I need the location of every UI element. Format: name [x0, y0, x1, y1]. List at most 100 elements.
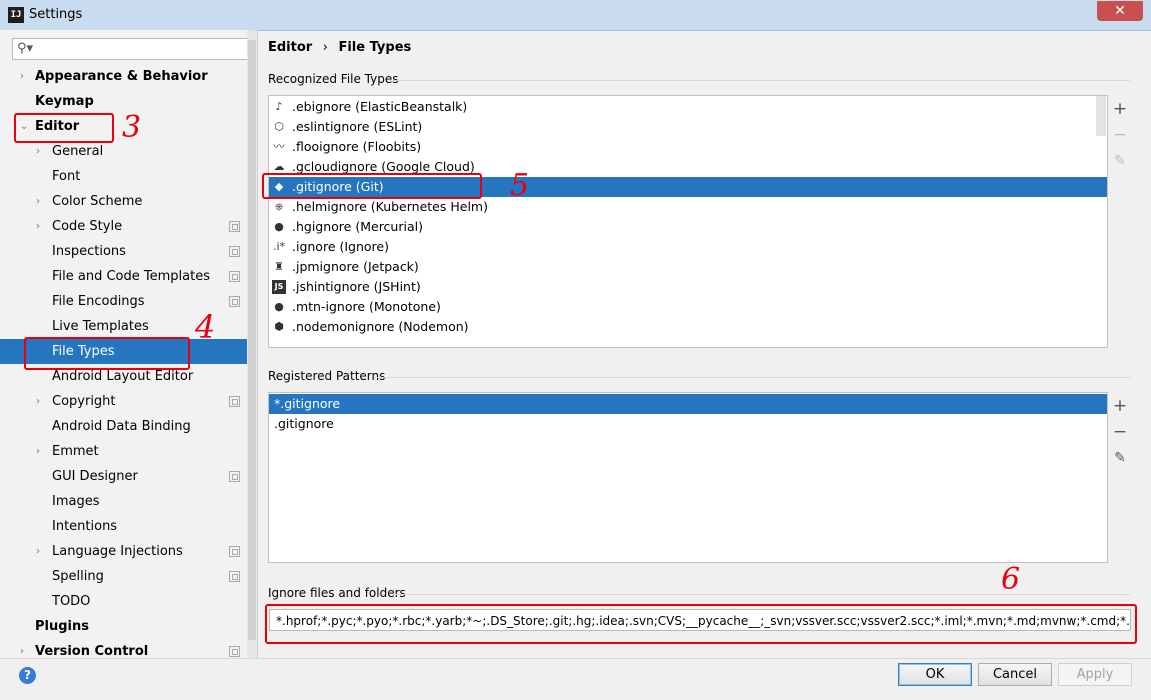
separator — [390, 80, 1130, 81]
file-type-row[interactable]: ♜ .jpmignore (Jetpack) — [269, 257, 1107, 277]
chevron-right-icon[interactable]: › — [20, 639, 24, 658]
cloud-icon: ☁ — [273, 160, 285, 173]
apply-button[interactable]: Apply — [1058, 663, 1132, 686]
project-scope-icon — [229, 546, 240, 557]
chevron-right-icon[interactable]: › — [36, 389, 40, 414]
chevron-right-icon[interactable]: › — [36, 539, 40, 564]
sidebar-item-version-control[interactable]: › Version Control — [0, 639, 257, 658]
project-scope-icon — [229, 396, 240, 407]
sidebar-item-file-encodings[interactable]: File Encodings — [0, 289, 257, 314]
chevron-right-icon[interactable]: › — [36, 439, 40, 464]
chevron-right-icon[interactable]: › — [36, 214, 40, 239]
file-type-label: .hgignore (Mercurial) — [292, 219, 423, 234]
file-type-label: .ignore (Ignore) — [292, 239, 389, 254]
sidebar-item-copyright[interactable]: › Copyright — [0, 389, 257, 414]
sidebar-item-appearance-behavior[interactable]: › Appearance & Behavior — [0, 64, 257, 89]
file-type-row[interactable]: ⬡ .eslintignore (ESLint) — [269, 117, 1107, 137]
file-type-label: .mtn-ignore (Monotone) — [292, 299, 441, 314]
project-scope-icon — [229, 646, 240, 657]
file-type-row[interactable]: ⎈ .helmignore (Kubernetes Helm) — [269, 197, 1107, 217]
sidebar-item-label: Emmet — [52, 444, 99, 459]
nodemon-icon: ⬢ — [274, 320, 284, 333]
file-type-row[interactable]: ● .mtn-ignore (Monotone) — [269, 297, 1107, 317]
sidebar-item-label: TODO — [52, 594, 91, 609]
helm-icon: ⎈ — [274, 200, 284, 213]
intellij-app-icon: IJ — [8, 7, 24, 23]
sidebar-item-inspections[interactable]: Inspections — [0, 239, 257, 264]
sidebar-item-language-injections[interactable]: › Language Injections — [0, 539, 257, 564]
sidebar-item-color-scheme[interactable]: › Color Scheme — [0, 189, 257, 214]
sidebar-item-file-and-code-templates[interactable]: File and Code Templates — [0, 264, 257, 289]
sidebar-item-label: File Encodings — [52, 294, 145, 309]
sidebar-item-label: Android Data Binding — [52, 419, 191, 434]
window-title: Settings — [29, 7, 83, 22]
sidebar-item-label: Spelling — [52, 569, 104, 584]
sidebar-item-label: Appearance & Behavior — [35, 69, 208, 84]
project-scope-icon — [229, 471, 240, 482]
sidebar-item-android-data-binding[interactable]: Android Data Binding — [0, 414, 257, 439]
sidebar-item-label: File and Code Templates — [52, 269, 210, 284]
breadcrumb-editor[interactable]: Editor — [268, 40, 312, 55]
pattern-row[interactable]: .gitignore — [269, 414, 1107, 434]
file-type-label: .helmignore (Kubernetes Helm) — [292, 199, 488, 214]
ok-button[interactable]: OK — [898, 663, 972, 686]
sidebar-scrollbar-thumb[interactable] — [248, 40, 256, 640]
beanstalk-icon: ♪ — [275, 100, 283, 113]
edit-pattern-button[interactable]: ✎ — [1108, 447, 1132, 469]
separator — [374, 377, 1130, 378]
annotation-number-3: 3 — [122, 110, 142, 145]
annotation-box-file-types — [24, 337, 190, 370]
sidebar-item-label: Images — [52, 494, 100, 509]
pattern-row[interactable]: *.gitignore — [269, 394, 1107, 414]
sidebar-item-code-style[interactable]: › Code Style — [0, 214, 257, 239]
file-type-row[interactable]: JS .jshintignore (JSHint) — [269, 277, 1107, 297]
sidebar-item-images[interactable]: Images — [0, 489, 257, 514]
file-type-label: .eslintignore (ESLint) — [292, 119, 423, 134]
add-file-type-button[interactable]: + — [1108, 98, 1132, 120]
sidebar-item-label: Version Control — [35, 644, 149, 658]
project-scope-icon — [229, 246, 240, 257]
settings-search-input[interactable]: ⚲▾ — [12, 38, 251, 60]
jetpack-icon: ♜ — [274, 260, 284, 273]
sidebar-item-todo[interactable]: TODO — [0, 589, 257, 614]
sidebar-item-emmet[interactable]: › Emmet — [0, 439, 257, 464]
project-scope-icon — [229, 296, 240, 307]
project-scope-icon — [229, 221, 240, 232]
sidebar-item-intentions[interactable]: Intentions — [0, 514, 257, 539]
file-type-row[interactable]: ● .hgignore (Mercurial) — [269, 217, 1107, 237]
sidebar-item-plugins[interactable]: Plugins — [0, 614, 257, 639]
sidebar-item-label: Intentions — [52, 519, 118, 534]
file-type-row[interactable]: 〰 .flooignore (Floobits) — [269, 137, 1107, 157]
recognized-list-scrollbar-thumb[interactable] — [1096, 96, 1106, 136]
chevron-right-icon[interactable]: › — [20, 64, 24, 89]
registered-patterns-list[interactable]: *.gitignore .gitignore — [268, 392, 1108, 563]
file-type-row[interactable]: .i* .ignore (Ignore) — [269, 237, 1107, 257]
file-type-row[interactable]: ♪ .ebignore (ElasticBeanstalk) — [269, 97, 1107, 117]
monotone-icon: ● — [274, 300, 284, 313]
sidebar-item-font[interactable]: Font — [0, 164, 257, 189]
annotation-number-6: 6 — [1001, 562, 1021, 597]
sidebar-item-gui-designer[interactable]: GUI Designer — [0, 464, 257, 489]
cancel-button[interactable]: Cancel — [978, 663, 1052, 686]
chevron-right-icon[interactable]: › — [36, 189, 40, 214]
file-type-row[interactable]: ⬢ .nodemonignore (Nodemon) — [269, 317, 1107, 337]
annotation-box-editor — [14, 113, 114, 143]
project-scope-icon — [229, 271, 240, 282]
title-bar — [0, 0, 1151, 31]
remove-file-type-button[interactable]: − — [1108, 124, 1132, 146]
sidebar-item-label: GUI Designer — [52, 469, 138, 484]
mercurial-icon: ● — [274, 220, 284, 233]
sidebar-item-live-templates[interactable]: Live Templates — [0, 314, 257, 339]
add-pattern-button[interactable]: + — [1108, 395, 1132, 417]
sidebar-item-spelling[interactable]: Spelling — [0, 564, 257, 589]
recognized-file-types-list[interactable]: ♪ .ebignore (ElasticBeanstalk) ⬡ .eslintign… — [268, 95, 1108, 348]
sidebar-item-label: Keymap — [35, 94, 94, 109]
eslint-icon: ⬡ — [274, 120, 284, 133]
breadcrumb-file-types: File Types — [338, 40, 412, 55]
help-icon[interactable]: ? — [19, 667, 36, 684]
window-close-button[interactable]: ✕ — [1097, 1, 1143, 21]
file-type-label: .jshintignore (JSHint) — [292, 279, 421, 294]
remove-pattern-button[interactable]: − — [1108, 421, 1132, 443]
sidebar-item-label: Copyright — [52, 394, 116, 409]
edit-file-type-button[interactable]: ✎ — [1108, 150, 1132, 172]
